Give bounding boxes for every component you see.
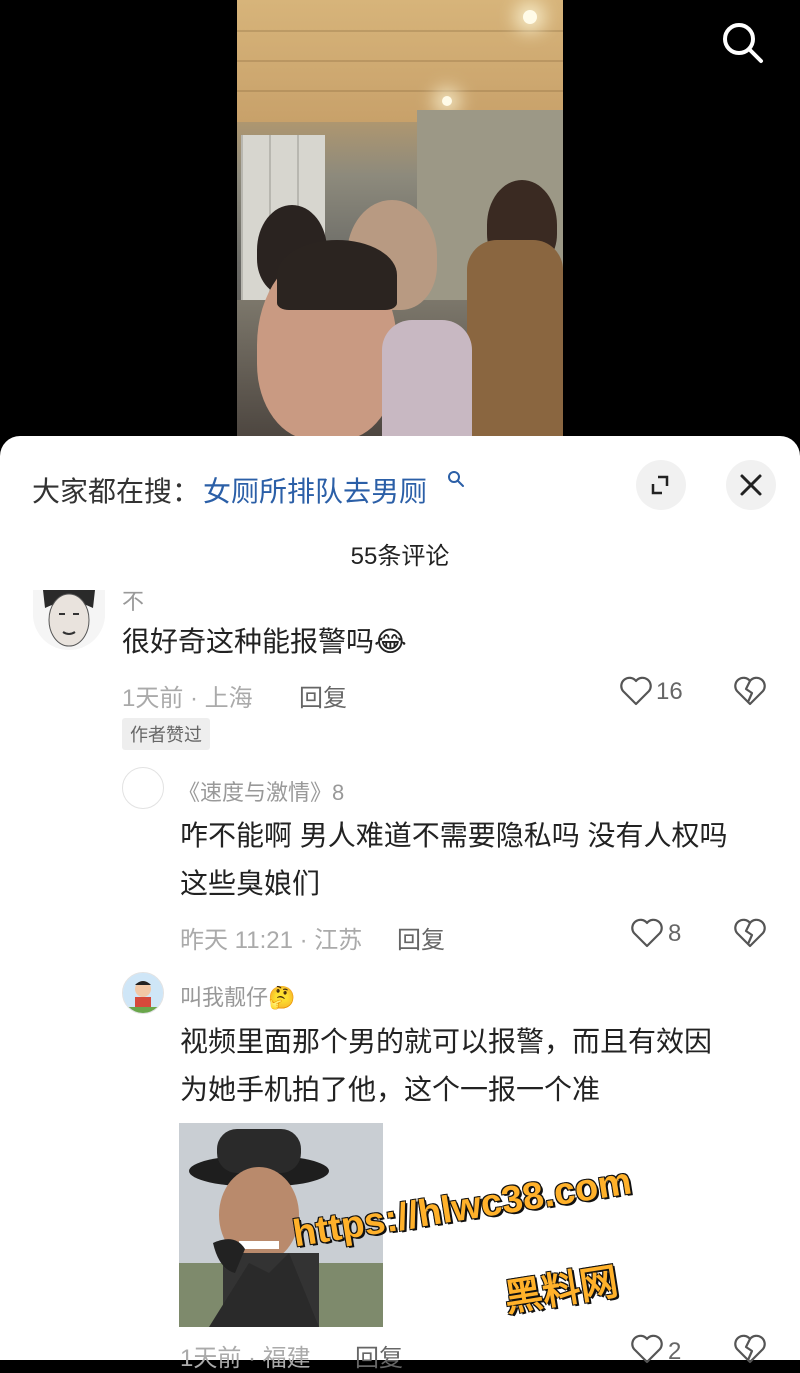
expand-icon bbox=[651, 475, 669, 495]
reply-username[interactable]: 《速度与激情》8 bbox=[178, 775, 344, 807]
reply-button[interactable]: 回复 bbox=[397, 920, 445, 955]
broken-heart-icon bbox=[734, 676, 766, 706]
dislike-button[interactable] bbox=[733, 676, 767, 710]
reply-text: 这些臭娘们 bbox=[180, 868, 321, 899]
laugh-emoji: 😂 bbox=[374, 626, 407, 657]
like-button[interactable] bbox=[619, 676, 653, 710]
thinking-emoji: 🤔 bbox=[268, 985, 296, 1010]
reply-time-location: 昨天 11:21 · 江苏 bbox=[180, 927, 363, 954]
comment-count: 55条评论 bbox=[350, 543, 450, 570]
expand-button[interactable] bbox=[636, 460, 686, 510]
search-icon[interactable] bbox=[447, 470, 465, 488]
comment-time-location: 1天前 · 上海 bbox=[122, 685, 253, 712]
search-button[interactable] bbox=[718, 18, 766, 66]
broken-heart-icon bbox=[734, 918, 766, 948]
dislike-button[interactable] bbox=[733, 918, 767, 952]
author-liked-badge: 作者赞过 bbox=[122, 718, 210, 750]
hot-search-link[interactable]: 女厕所排队去男厕 bbox=[203, 470, 427, 510]
reply-time-location: 1天前 · 福建 bbox=[180, 1345, 311, 1372]
heart-icon bbox=[631, 918, 663, 948]
reply-text: 咋不能啊 男人难道不需要隐私吗 没有人权吗 bbox=[180, 820, 728, 851]
search-icon bbox=[723, 23, 763, 63]
close-icon bbox=[740, 474, 762, 496]
avatar[interactable] bbox=[122, 972, 164, 1014]
video-person bbox=[467, 240, 563, 440]
reply-button[interactable]: 回复 bbox=[355, 1338, 403, 1373]
avatar[interactable] bbox=[122, 767, 164, 809]
hot-search-prefix: 大家都在搜： bbox=[32, 476, 201, 507]
close-button[interactable] bbox=[726, 460, 776, 510]
like-count: 8 bbox=[668, 920, 682, 947]
like-count: 16 bbox=[656, 678, 683, 705]
like-button[interactable] bbox=[630, 1334, 664, 1368]
ceiling-light bbox=[523, 10, 537, 24]
ceiling-light bbox=[442, 96, 452, 106]
like-count: 2 bbox=[668, 1338, 682, 1365]
reply-text: 视频里面那个男的就可以报警，而且有效因 bbox=[180, 1026, 713, 1057]
reply-username: 叫我靓仔🤔 bbox=[180, 985, 296, 1010]
like-button[interactable] bbox=[630, 918, 664, 952]
reply-text: 为她手机拍了他，这个一报一个准 bbox=[180, 1074, 601, 1105]
heart-icon bbox=[620, 676, 652, 706]
video-frame[interactable] bbox=[237, 0, 563, 440]
comment-text: 很好奇这种能报警吗😂 bbox=[122, 626, 407, 657]
dislike-button[interactable] bbox=[733, 1334, 767, 1368]
reply-button[interactable]: 回复 bbox=[299, 678, 347, 713]
comment-username[interactable]: 不 bbox=[122, 584, 144, 616]
